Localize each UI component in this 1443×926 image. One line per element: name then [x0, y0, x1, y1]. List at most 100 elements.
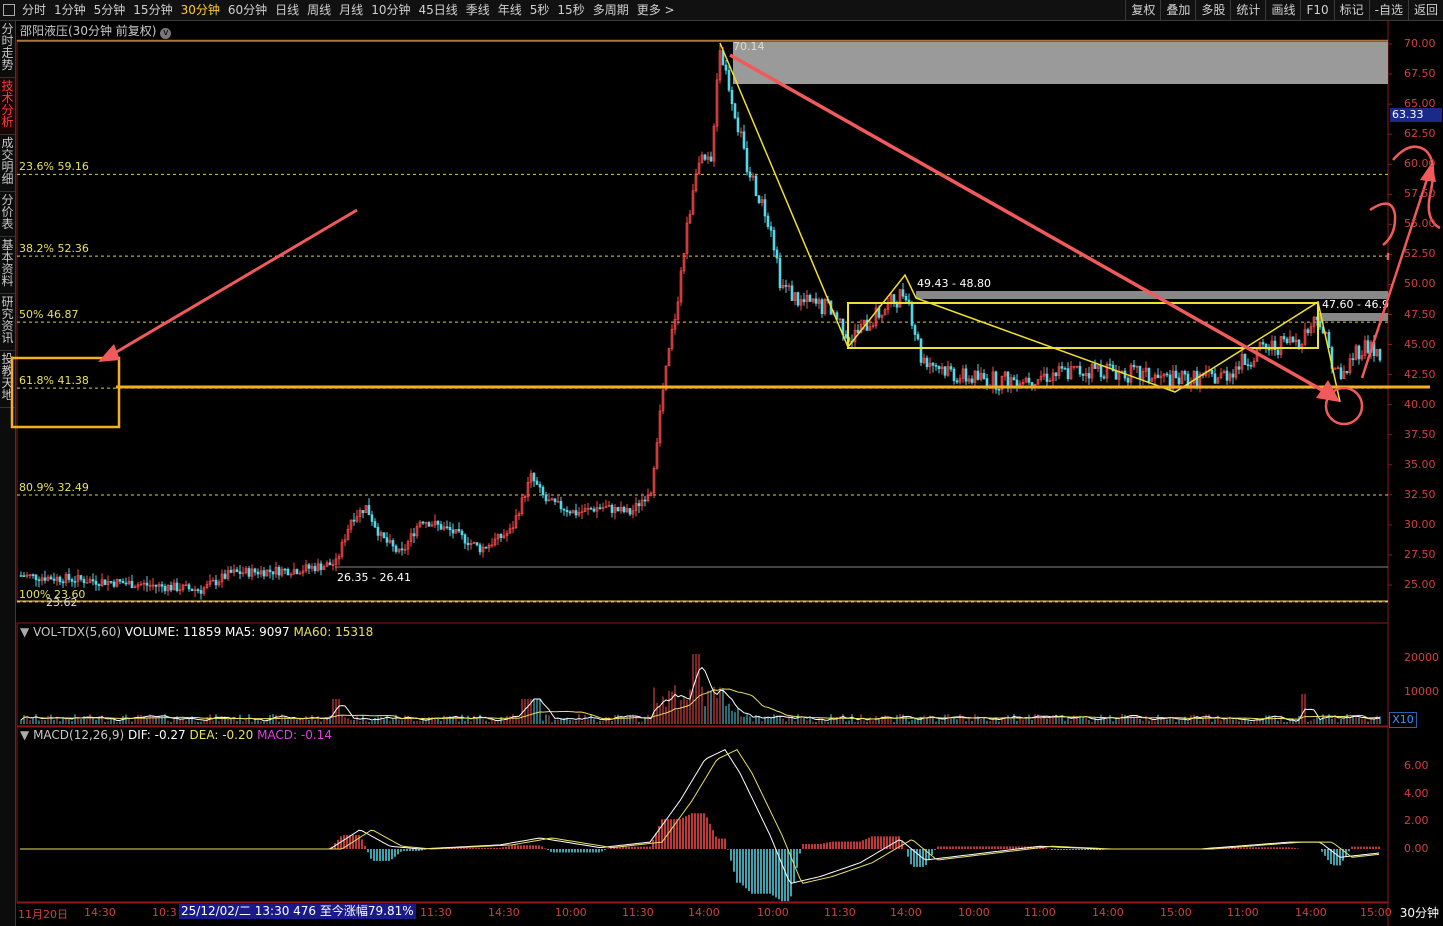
candle-body [154, 584, 158, 587]
candle-body [574, 510, 578, 516]
candle-body [913, 325, 917, 335]
x-axis-label: 14:30 [84, 906, 116, 919]
macd-axis-label: 4.00 [1404, 786, 1429, 800]
candle-body [97, 584, 101, 586]
indicator-tabs[interactable] [18, 920, 1388, 926]
candle-body [121, 581, 125, 584]
candle-body [541, 486, 545, 496]
candle-body [952, 368, 956, 381]
candle-body [562, 508, 566, 511]
candle-body [778, 257, 782, 289]
period-label: 30分钟 [1399, 906, 1439, 920]
candle-body [145, 582, 149, 586]
range-label: 49.43 - 48.80 [917, 277, 991, 290]
volume-ma5: MA5: 9097 [225, 625, 290, 639]
candle-body [328, 562, 332, 566]
candle-body [754, 175, 758, 197]
candle-body [820, 299, 824, 315]
candle-body [1285, 338, 1289, 343]
candle-body [34, 574, 38, 580]
candle-body [1249, 364, 1253, 367]
macd-dea: DEA: -0.20 [189, 728, 254, 742]
x-axis-label: 15:00 [1160, 906, 1192, 919]
candle-body [1351, 358, 1355, 360]
chart-canvas[interactable]: 70.1423.6226.35 - 26.4149.43 - 48.8047.6… [0, 0, 1443, 926]
candle-body [160, 584, 164, 587]
volume-value: VOLUME: 11859 [124, 625, 222, 639]
volume-scale-x10[interactable]: X10 [1389, 712, 1417, 728]
candle-body [31, 574, 35, 576]
candle-body [637, 503, 641, 507]
candle-body [808, 295, 812, 302]
candle-body [91, 579, 95, 582]
chevron-down-icon[interactable]: ▼ [20, 625, 29, 639]
x-axis-label: 14:00 [1295, 906, 1327, 919]
candle-body [1183, 371, 1187, 375]
y-axis-label: 70.00 [1404, 37, 1436, 50]
stock-title-text: 邵阳液压(30分钟 前复权) [20, 24, 157, 38]
candle-body [253, 568, 257, 573]
macd-panel-border [16, 726, 1389, 903]
candle-body [475, 542, 479, 546]
candle-body [70, 579, 74, 582]
candle-body [394, 545, 398, 552]
y-axis-label: 30.00 [1404, 517, 1436, 531]
red-pointer-arrow [107, 208, 358, 359]
volume-header[interactable]: ▼ VOL-TDX(5,60) VOLUME: 11859 MA5: 9097 … [20, 625, 373, 639]
fib-label: 50% 46.87 [19, 308, 79, 322]
candle-body [1246, 364, 1250, 366]
candle-body [94, 580, 98, 585]
candle-body [1231, 373, 1235, 378]
candle-body [937, 366, 941, 370]
candle-body [190, 588, 194, 591]
y-axis-label: 50.00 [1404, 277, 1436, 291]
candle-body [724, 64, 728, 71]
candle-body [466, 542, 470, 546]
candle-body [916, 334, 920, 340]
y-axis-label: 65.00 [1404, 97, 1436, 111]
candle-body [904, 295, 908, 301]
candle-body [1066, 368, 1070, 380]
chevron-down-icon[interactable]: v [160, 28, 172, 39]
candle-body [1078, 365, 1082, 375]
macd-dif-line [20, 748, 1380, 884]
candle-body [67, 574, 71, 580]
candle-body [256, 571, 260, 575]
candle-body [238, 571, 242, 574]
macd-axis-label: 6.00 [1404, 759, 1429, 773]
candle-body [589, 507, 593, 510]
y-axis-label: 25.00 [1404, 578, 1436, 591]
candle-body [982, 373, 986, 379]
candle-body [448, 526, 452, 531]
candle-body [439, 524, 443, 530]
candle-body [1054, 372, 1058, 377]
candle-body [598, 507, 602, 509]
candle-body [895, 303, 899, 308]
x-axis-label: 10:3 [152, 906, 177, 919]
candle-body [52, 578, 56, 581]
candle-body [370, 514, 374, 522]
candle-body [376, 526, 380, 536]
candle-body [736, 117, 740, 133]
candle-body [1030, 382, 1034, 386]
y-axis-label: 52.50 [1404, 247, 1436, 261]
macd-dea-line [20, 748, 1380, 884]
macd-header[interactable]: ▼ MACD(12,26,9) DIF: -0.27 DEA: -0.20 MA… [20, 728, 332, 742]
x-axis-label: 10:00 [757, 906, 789, 919]
macd-value: MACD: -0.14 [257, 728, 332, 742]
candle-body [1291, 336, 1295, 343]
stock-title[interactable]: 邵阳液压(30分钟 前复权) v [20, 22, 172, 39]
candle-body [1063, 368, 1067, 370]
y-axis-label: 67.50 [1404, 67, 1436, 81]
candle-body [1345, 371, 1349, 373]
candle-body [1060, 366, 1064, 369]
chevron-down-icon[interactable]: ▼ [20, 728, 29, 742]
candle-body [247, 568, 251, 577]
range-label: 26.35 - 26.41 [337, 571, 411, 584]
candle-body [610, 504, 614, 513]
candle-body [568, 511, 572, 514]
candle-body [277, 567, 281, 576]
volume-ma60: MA60: 15318 [293, 625, 374, 639]
volume-axis-label: 20000 [1404, 651, 1439, 664]
candle-body [19, 575, 23, 577]
